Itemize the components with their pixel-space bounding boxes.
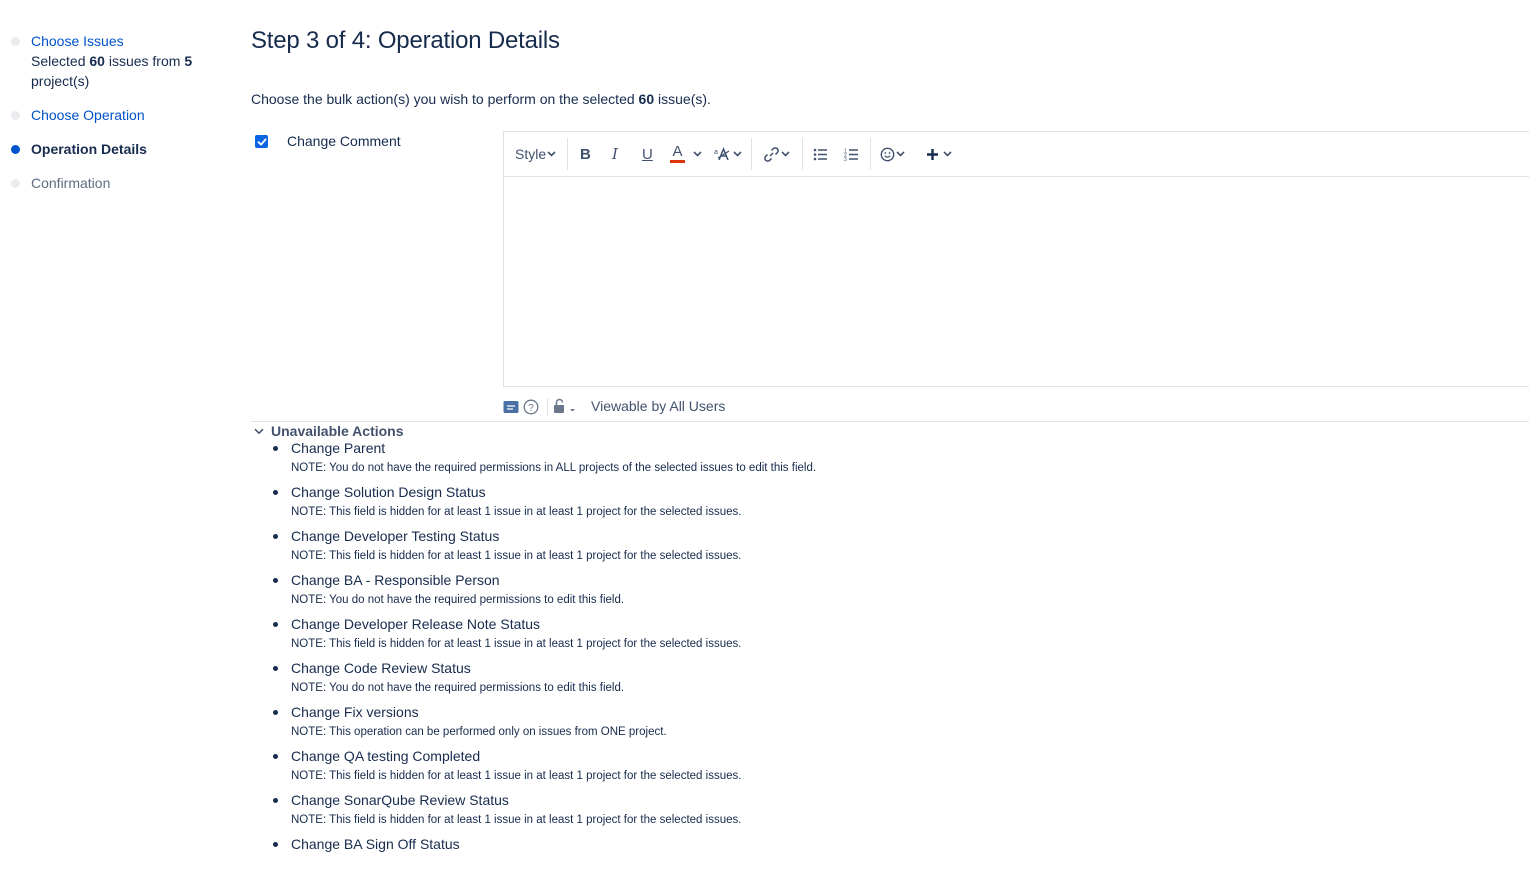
comment-visibility-label: Viewable by All Users (591, 398, 726, 414)
step-choose-issues: Choose Issues Selected 60 issues from 5p… (11, 31, 193, 91)
bullet (273, 490, 278, 495)
chevron-down-icon (781, 151, 790, 157)
action-note: NOTE: This field is hidden for at least … (291, 814, 742, 826)
action-note: NOTE: You do not have the required permi… (291, 462, 817, 474)
action-name: Change Developer Release Note Status (291, 616, 541, 632)
editor-content-area[interactable] (504, 178, 1529, 386)
step-choose-operation: Choose Operation (11, 105, 145, 125)
bold-button[interactable]: B (580, 142, 591, 166)
link-icon (764, 146, 779, 162)
text-color-dropdown[interactable] (693, 142, 702, 166)
emoji-button[interactable] (880, 142, 905, 166)
emoji-icon (880, 147, 895, 161)
action-name: Change QA testing Completed (291, 748, 481, 764)
step-dot (11, 111, 20, 120)
plus-icon (927, 148, 938, 160)
insert-more-button[interactable] (926, 142, 952, 166)
step-choose-issues-summary: Selected 60 issues from 5 project(s) (31, 53, 193, 89)
action-name: Change Solution Design Status (291, 484, 486, 500)
action-note: NOTE: You do not have the required permi… (291, 682, 625, 694)
help-button[interactable]: ? (523, 396, 539, 418)
action-note: NOTE: This field is hidden for at least … (291, 638, 742, 650)
change-comment-label[interactable]: Change Comment (287, 133, 401, 149)
text-effects-icon: a (714, 147, 730, 161)
step-dot (11, 179, 20, 188)
svg-text:a: a (714, 149, 718, 156)
bullet (273, 754, 278, 759)
unavailable-actions-heading: Unavailable Actions (271, 423, 404, 439)
step-confirmation: Confirmation (11, 173, 111, 193)
step-operation-details-label: Operation Details (31, 141, 147, 157)
section-divider (251, 421, 1529, 422)
unavailable-actions-toggle[interactable]: Unavailable Actions (251, 423, 404, 439)
text-effects-button[interactable]: a (714, 142, 742, 166)
visual-mode-icon (503, 401, 519, 413)
help-icon: ? (523, 399, 539, 415)
bullet (273, 666, 278, 671)
step-operation-details: Operation Details (11, 139, 147, 159)
step-confirmation-label: Confirmation (31, 175, 111, 191)
unlock-icon (554, 398, 575, 413)
step-dot (11, 37, 20, 46)
chevron-down-icon (896, 151, 905, 157)
selected-issue-count: 60 (89, 53, 105, 69)
svg-text:?: ? (528, 403, 534, 414)
bullet (273, 578, 278, 583)
bullet (273, 446, 278, 451)
step-choose-operation-link[interactable]: Choose Operation (31, 107, 145, 123)
text-color-button[interactable]: A (670, 142, 685, 166)
bullet (273, 798, 278, 803)
svg-text:3: 3 (844, 157, 847, 161)
step-choose-issues-link[interactable]: Choose Issues (31, 33, 124, 49)
chevron-down-icon (733, 151, 742, 157)
bullet (273, 842, 278, 847)
intro-issue-count: 60 (638, 91, 655, 107)
chevron-down-icon (693, 151, 702, 157)
action-name: Change Parent (291, 440, 386, 456)
bullet-list-button[interactable] (813, 142, 828, 166)
action-name: Change BA Sign Off Status (291, 836, 460, 852)
action-name: Change Code Review Status (291, 660, 471, 676)
text-color-swatch (670, 160, 685, 163)
action-name: Change Fix versions (291, 704, 419, 720)
action-note: NOTE: This field is hidden for at least … (291, 550, 742, 562)
comment-security-button[interactable] (553, 396, 579, 418)
link-button[interactable] (763, 142, 790, 166)
numbered-list-icon: 1 2 3 (844, 148, 858, 161)
step-dot-active (11, 145, 20, 154)
italic-button[interactable]: I (612, 142, 618, 166)
action-name: Change Developer Testing Status (291, 528, 500, 544)
underline-button[interactable]: U (642, 142, 653, 166)
action-note: NOTE: This operation can be performed on… (291, 726, 667, 738)
chevron-down-icon (547, 151, 556, 157)
action-note: NOTE: You do not have the required permi… (291, 594, 625, 606)
change-comment-checkbox[interactable] (255, 135, 268, 148)
action-name: Change BA - Responsible Person (291, 572, 500, 588)
action-name: Change SonarQube Review Status (291, 792, 509, 808)
chevron-down-icon (943, 151, 952, 157)
checkmark-icon (257, 138, 266, 145)
style-dropdown[interactable]: Style (515, 142, 556, 166)
intro-text: Choose the bulk action(s) you wish to pe… (251, 91, 711, 107)
numbered-list-button[interactable]: 1 2 3 (844, 142, 859, 166)
chevron-down-icon (254, 428, 264, 434)
action-note: NOTE: This field is hidden for at least … (291, 770, 742, 782)
page-title: Step 3 of 4: Operation Details (251, 27, 560, 54)
bullet (273, 622, 278, 627)
comment-editor: Style B I U A a 1 2 3 (503, 131, 1529, 387)
bullet (273, 710, 278, 715)
action-note: NOTE: This field is hidden for at least … (291, 506, 742, 518)
bullet-list-icon (813, 148, 827, 160)
selected-project-count: 5 (184, 53, 193, 69)
editor-toolbar: Style B I U A a 1 2 3 (504, 132, 1529, 177)
bullet (273, 534, 278, 539)
editor-footer: ? Viewable by All Users (503, 396, 1529, 418)
visual-mode-button[interactable] (503, 396, 519, 418)
